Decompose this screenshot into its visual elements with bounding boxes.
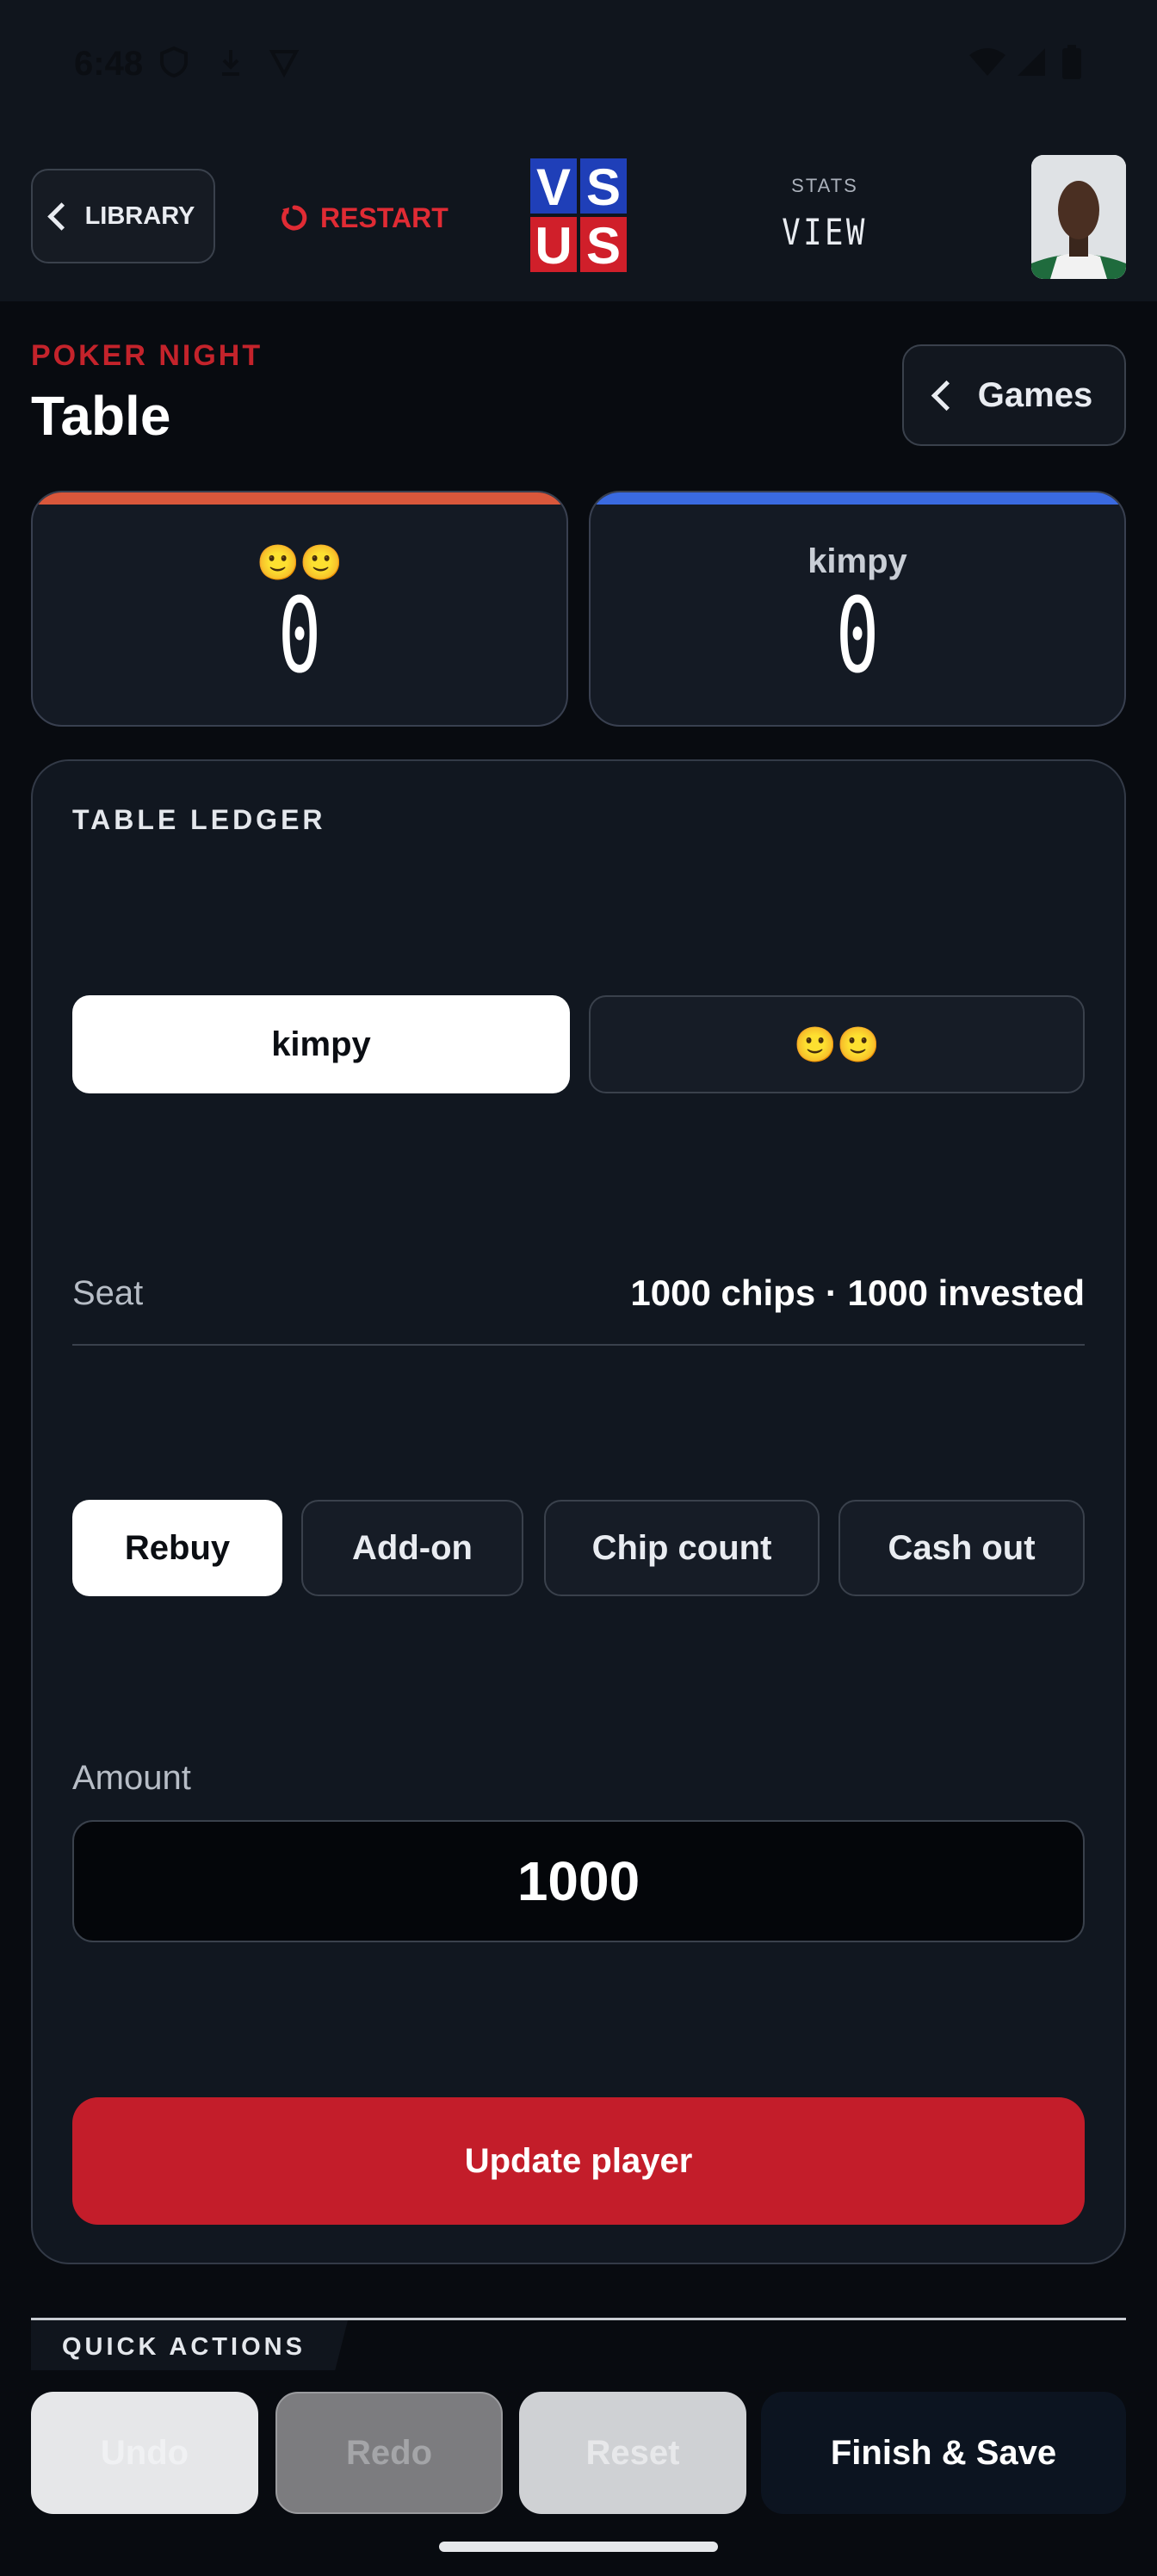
score-card-player-2[interactable]: kimpy 0	[589, 491, 1126, 727]
signal-icon	[1018, 48, 1045, 76]
status-time: 6:48	[74, 45, 144, 83]
download-icon	[222, 50, 239, 76]
chevron-left-icon	[931, 380, 962, 411]
restart-label: RESTART	[320, 201, 449, 233]
team-color-bar	[591, 492, 1124, 505]
chevron-left-icon	[46, 201, 76, 231]
team-color-bar	[33, 492, 566, 505]
player-select-kimpy[interactable]: kimpy	[72, 995, 570, 1093]
quick-actions-divider	[31, 2318, 1126, 2320]
quick-actions-title: QUICK ACTIONS	[62, 2333, 306, 2361]
amount-input[interactable]: 1000	[72, 1820, 1085, 1942]
reset-button[interactable]: Reset	[519, 2392, 746, 2514]
logo-letter-4: S	[586, 217, 621, 275]
finish-and-save-button[interactable]: Finish & Save	[761, 2392, 1126, 2514]
score-value: 0	[277, 577, 322, 697]
vs-us-logo: V S U S	[530, 158, 627, 275]
player-portrait-icon	[1031, 155, 1126, 279]
score-card-player-1[interactable]: 🙂🙂 0	[31, 491, 568, 727]
restart-icon	[282, 205, 307, 231]
games-label: Games	[977, 375, 1093, 414]
undo-button[interactable]: Undo	[31, 2392, 258, 2514]
logo-letter-2: S	[586, 158, 621, 216]
vpn-icon	[269, 50, 300, 78]
logo-letter-1: V	[536, 158, 571, 216]
ledger-title: TABLE LEDGER	[72, 804, 326, 835]
shield-icon	[160, 46, 188, 78]
seat-value: 1000 chips · 1000 invested	[630, 1273, 1085, 1313]
library-button[interactable]: LIBRARY	[31, 169, 215, 263]
player-select-smileys[interactable]: 🙂🙂	[589, 995, 1085, 1093]
amount-label: Amount	[72, 1759, 191, 1797]
avatar[interactable]	[1031, 155, 1126, 279]
action-cash-out-button[interactable]: Cash out	[838, 1500, 1085, 1596]
home-indicator[interactable]	[439, 2542, 718, 2552]
wifi-icon	[969, 48, 1005, 76]
library-label: LIBRARY	[84, 201, 195, 230]
section-eyebrow: POKER NIGHT	[31, 339, 263, 372]
games-button[interactable]: Games	[902, 344, 1126, 446]
restart-button[interactable]: RESTART	[281, 189, 449, 246]
seat-label: Seat	[72, 1274, 144, 1312]
action-chip-count-button[interactable]: Chip count	[544, 1500, 820, 1596]
redo-button[interactable]: Redo	[275, 2392, 503, 2514]
page-title: Table	[31, 385, 171, 447]
battery-icon	[1062, 45, 1081, 79]
stats-view-link[interactable]: VIEW	[768, 211, 882, 253]
divider	[72, 1344, 1085, 1346]
logo-letter-3: U	[535, 217, 572, 275]
score-value: 0	[835, 577, 880, 697]
action-add-on-button[interactable]: Add-on	[301, 1500, 523, 1596]
stats-label: STATS	[791, 175, 858, 196]
action-rebuy-button[interactable]: Rebuy	[72, 1500, 282, 1596]
score-player-name: kimpy	[807, 542, 907, 580]
update-player-button[interactable]: Update player	[72, 2097, 1085, 2225]
